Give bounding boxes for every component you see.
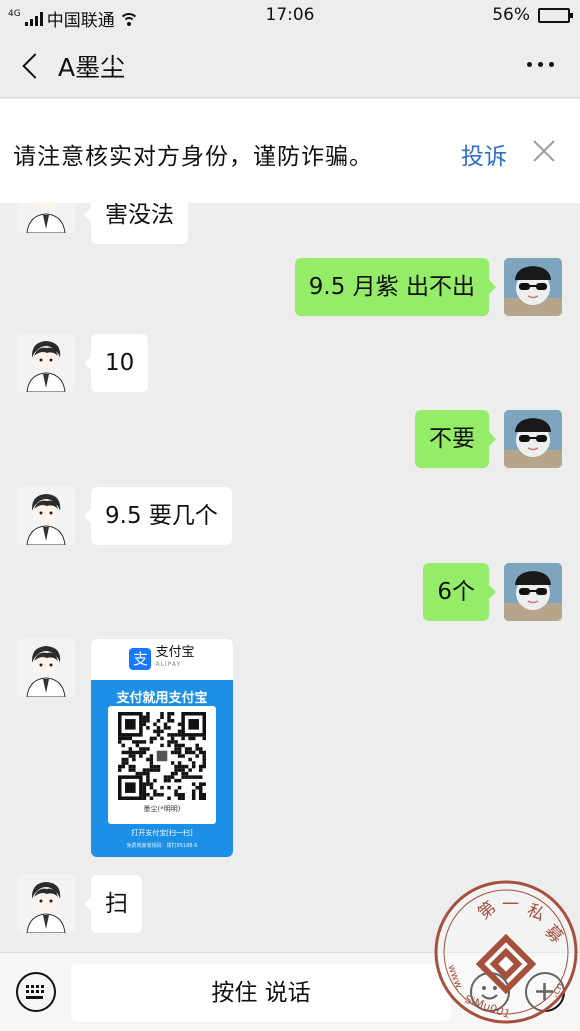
alipay-heading: 支付就用支付宝	[116, 691, 208, 706]
status-bar: 4G 中国联通 17:06 56%	[0, 0, 580, 32]
chat-title: A墨尘	[58, 53, 126, 82]
alipay-footnote: 免费商家收钱码：拨打95188-6	[126, 843, 198, 849]
contact-avatar[interactable]	[17, 875, 75, 933]
qr-code	[118, 712, 206, 800]
back-button[interactable]	[18, 50, 48, 80]
alipay-qr-image[interactable]: 支 支付宝 ALIPAY 支付就用支付宝 墨尘(*明明) 打开支付宝[扫一扫] 免…	[91, 639, 233, 857]
message-bubble[interactable]: 9.5 要几个	[84, 487, 232, 545]
contact-avatar[interactable]	[17, 334, 75, 392]
chat-header: A墨尘	[0, 32, 580, 98]
alipay-brand: 支付宝	[155, 645, 195, 660]
alipay-logo-icon: 支	[129, 648, 152, 670]
keyboard-toggle-icon[interactable]	[16, 972, 56, 1012]
input-bar: 按住 说话	[0, 952, 580, 1031]
security-notice: 请注意核实对方身份，谨防诈骗。 投诉	[0, 99, 580, 203]
notice-text: 请注意核实对方身份，谨防诈骗。	[13, 144, 373, 170]
battery-percent: 56%	[492, 5, 530, 25]
alipay-scan-hint: 打开支付宝[扫一扫]	[131, 829, 193, 837]
close-icon[interactable]	[530, 137, 558, 165]
emoji-icon[interactable]	[470, 972, 510, 1012]
contact-avatar[interactable]	[17, 203, 75, 233]
alipay-brand-en: ALIPAY	[155, 661, 182, 668]
more-plus-icon[interactable]	[525, 972, 565, 1012]
contact-avatar[interactable]	[17, 487, 75, 545]
message-bubble[interactable]: 害没法	[84, 203, 188, 244]
message-bubble[interactable]: 10	[83, 334, 149, 392]
my-avatar[interactable]	[504, 258, 562, 316]
my-avatar[interactable]	[504, 410, 562, 468]
more-options-button[interactable]	[527, 62, 554, 67]
payee-name: 墨尘(*明明)	[143, 805, 181, 813]
message-bubble[interactable]: 不要	[415, 410, 496, 468]
message-bubble[interactable]: 6个	[423, 563, 496, 621]
my-avatar[interactable]	[504, 563, 562, 621]
hold-to-talk-button[interactable]: 按住 说话	[71, 964, 451, 1022]
message-list[interactable]: 害没法 9.5 月紫 出不出 10 不要 9.5 要几个 6个 支 支付宝 ALI…	[0, 203, 580, 952]
message-bubble[interactable]: 9.5 月紫 出不出	[294, 258, 497, 316]
report-link[interactable]: 投诉	[461, 137, 507, 171]
contact-avatar[interactable]	[17, 639, 75, 697]
battery-icon	[538, 7, 573, 23]
message-bubble[interactable]: 扫	[84, 875, 142, 933]
